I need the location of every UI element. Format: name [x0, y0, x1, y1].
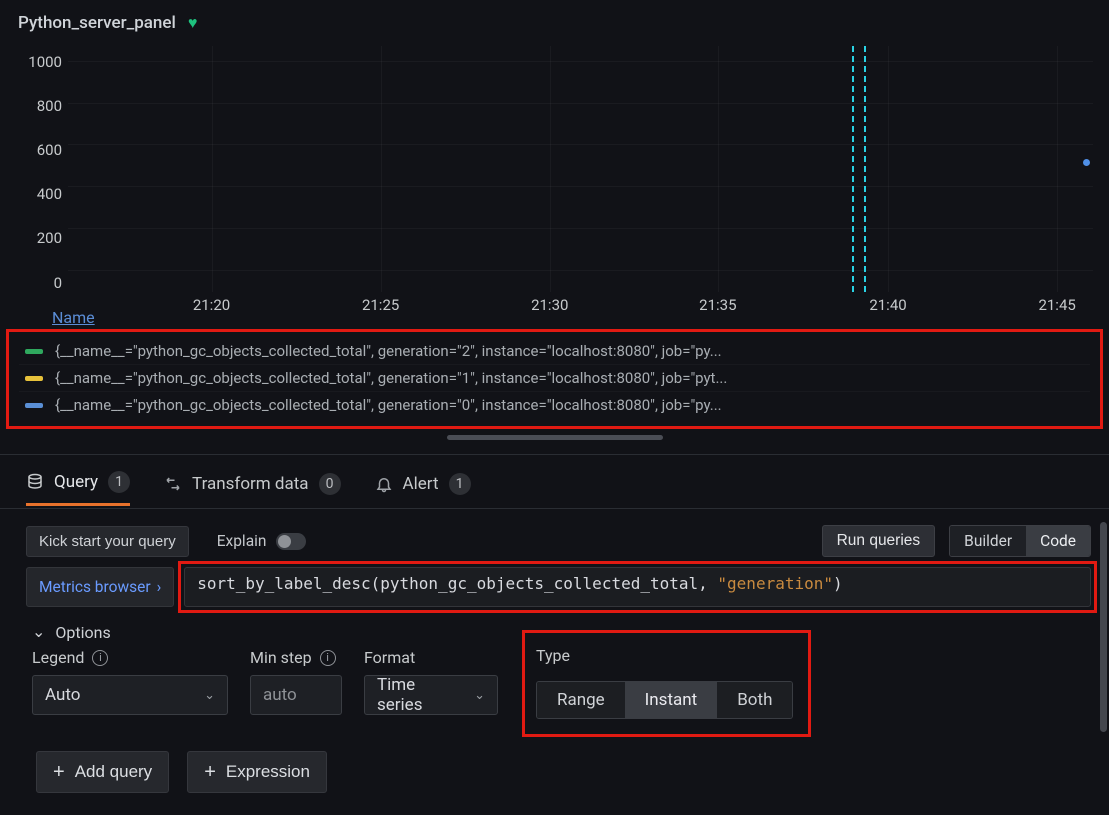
- tab-label: Query: [54, 472, 98, 492]
- legend-option-label: Legend i: [32, 648, 228, 667]
- time-marker[interactable]: [864, 46, 866, 292]
- series-label: {__name__="python_gc_objects_collected_t…: [55, 369, 727, 387]
- options-toggle[interactable]: ⌄ Options: [32, 623, 1091, 642]
- x-tick: 21:25: [362, 296, 399, 314]
- x-axis: 21:20 21:25 21:30 21:35 21:40 21:45: [68, 292, 1093, 320]
- kick-start-button[interactable]: Kick start your query: [26, 526, 189, 557]
- series-swatch: [25, 349, 43, 354]
- query-editor: Kick start your query Explain Run querie…: [0, 517, 1109, 797]
- minstep-input[interactable]: auto: [250, 675, 342, 715]
- tab-query[interactable]: Query 1: [26, 471, 130, 506]
- chevron-down-icon: ⌄: [204, 688, 215, 703]
- plot-area[interactable]: [68, 46, 1093, 292]
- bell-icon: [375, 475, 393, 493]
- promql-input[interactable]: sort_by_label_desc(python_gc_objects_col…: [184, 567, 1091, 607]
- chevron-down-icon: ⌄: [32, 622, 45, 641]
- info-icon[interactable]: i: [92, 650, 108, 666]
- time-series-chart[interactable]: 1000 800 600 400 200 0 21:20 21:2: [10, 46, 1099, 306]
- plus-icon: +: [53, 762, 65, 782]
- format-option-label: Format: [364, 648, 498, 667]
- data-point[interactable]: [1083, 159, 1090, 166]
- y-tick: 0: [54, 274, 62, 292]
- explain-toggle[interactable]: [276, 533, 306, 550]
- series-swatch: [25, 376, 43, 381]
- y-tick: 1000: [28, 53, 62, 71]
- series-swatch: [25, 403, 43, 408]
- tab-label: Alert: [403, 474, 439, 494]
- editor-tabs: Query 1 Transform data 0 Alert 1: [0, 454, 1109, 508]
- metrics-browser-button[interactable]: Metrics browser ›: [26, 567, 174, 607]
- chevron-right-icon: ›: [157, 578, 162, 596]
- legend-highlight: {__name__="python_gc_objects_collected_t…: [6, 329, 1103, 429]
- add-query-label: Add query: [75, 762, 153, 782]
- tab-label: Transform data: [192, 474, 309, 494]
- panel-title[interactable]: Python_server_panel: [18, 13, 176, 33]
- format-select[interactable]: Time series ⌄: [364, 675, 498, 715]
- horizontal-scrollbar[interactable]: [447, 435, 663, 440]
- y-tick: 400: [37, 185, 62, 203]
- options-label: Options: [55, 623, 110, 642]
- type-instant-button[interactable]: Instant: [625, 682, 718, 718]
- editor-mode-toggle: Builder Code: [949, 525, 1091, 557]
- time-marker[interactable]: [852, 46, 854, 292]
- tab-badge: 1: [449, 473, 471, 495]
- code-mode-button[interactable]: Code: [1026, 526, 1090, 556]
- legend-select[interactable]: Auto ⌄: [32, 675, 228, 715]
- x-tick: 21:45: [1038, 296, 1075, 314]
- y-tick: 600: [37, 141, 62, 159]
- editor-footer: + Add query + Expression: [26, 733, 1091, 793]
- x-tick: 21:30: [531, 296, 568, 314]
- series-label: {__name__="python_gc_objects_collected_t…: [55, 396, 722, 414]
- chevron-down-icon: ⌄: [474, 688, 485, 703]
- minstep-placeholder: auto: [263, 685, 297, 705]
- legend-item[interactable]: {__name__="python_gc_objects_collected_t…: [19, 392, 1090, 418]
- x-tick: 21:35: [699, 296, 736, 314]
- legend-item[interactable]: {__name__="python_gc_objects_collected_t…: [19, 338, 1090, 365]
- panel-header: Python_server_panel ♥: [0, 0, 1109, 42]
- type-option-label: Type: [536, 646, 793, 665]
- add-expression-button[interactable]: + Expression: [187, 751, 327, 793]
- add-query-button[interactable]: + Add query: [36, 751, 169, 793]
- x-tick: 21:40: [869, 296, 906, 314]
- tab-alert[interactable]: Alert 1: [375, 473, 471, 505]
- series-label: {__name__="python_gc_objects_collected_t…: [55, 342, 722, 360]
- info-icon[interactable]: i: [320, 650, 336, 666]
- y-tick: 200: [37, 229, 62, 247]
- legend-value: Auto: [45, 685, 80, 705]
- database-icon: [26, 473, 44, 491]
- query-type-group: Range Instant Both: [536, 681, 793, 719]
- tab-badge: 1: [108, 471, 130, 493]
- transform-icon: [164, 475, 182, 493]
- run-queries-button[interactable]: Run queries: [822, 525, 936, 557]
- vertical-scrollbar[interactable]: [1100, 522, 1107, 732]
- plus-icon: +: [204, 762, 216, 782]
- tab-transform[interactable]: Transform data 0: [164, 473, 341, 505]
- y-axis: 1000 800 600 400 200 0: [10, 46, 68, 306]
- type-both-button[interactable]: Both: [717, 682, 792, 718]
- format-value: Time series: [377, 675, 464, 715]
- metrics-browser-label: Metrics browser: [39, 578, 151, 596]
- type-range-button[interactable]: Range: [537, 682, 625, 718]
- x-tick: 21:20: [193, 296, 230, 314]
- tab-badge: 0: [319, 473, 341, 495]
- y-tick: 800: [37, 97, 62, 115]
- heart-icon: ♥: [188, 13, 198, 33]
- expression-label: Expression: [226, 762, 310, 782]
- legend-item[interactable]: {__name__="python_gc_objects_collected_t…: [19, 365, 1090, 392]
- minstep-option-label: Min step i: [250, 648, 342, 667]
- builder-mode-button[interactable]: Builder: [950, 526, 1026, 556]
- explain-label: Explain: [217, 532, 267, 550]
